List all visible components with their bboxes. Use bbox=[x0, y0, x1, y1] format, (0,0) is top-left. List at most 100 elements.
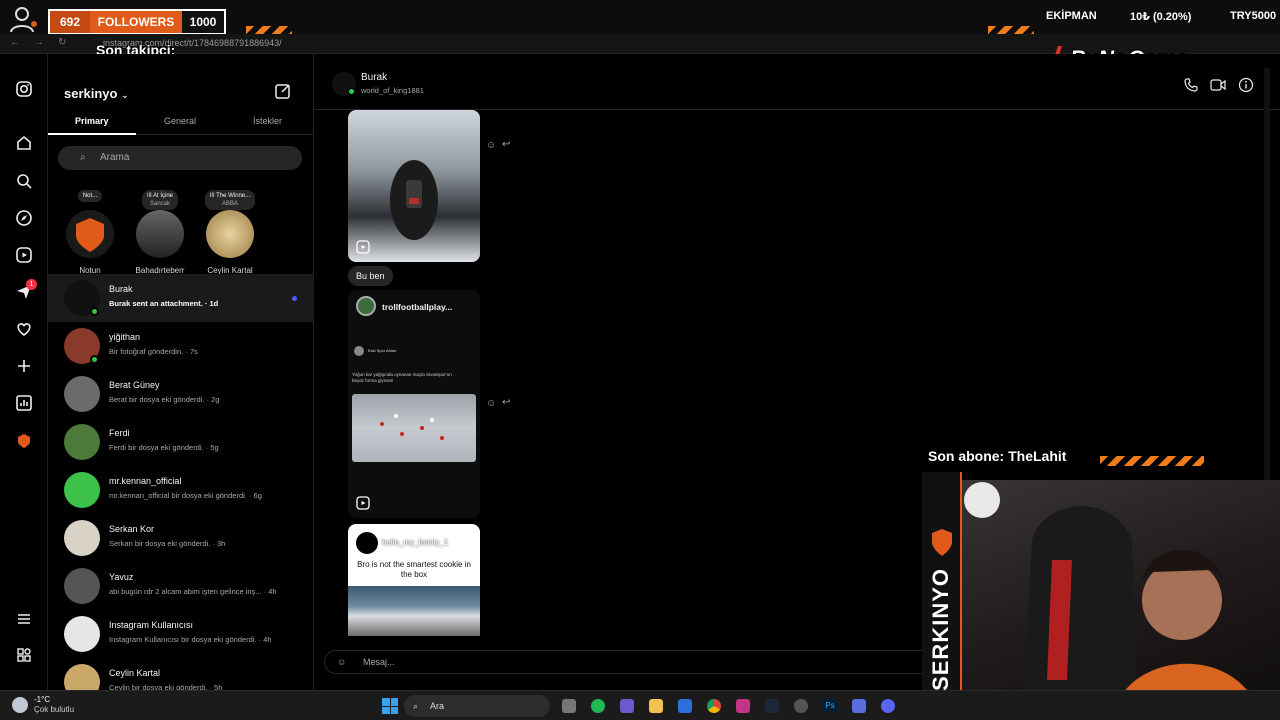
last-sub-label: Son abone: TheLahit bbox=[928, 448, 1067, 464]
conversation-name: Ferdi bbox=[109, 428, 130, 438]
reels-icon[interactable] bbox=[14, 246, 34, 266]
account-switcher[interactable]: serkinyo ⌄ bbox=[64, 86, 129, 101]
note-song: ǀǀǀ The Winne... bbox=[209, 193, 251, 199]
followers-count: 692 bbox=[50, 11, 90, 33]
tweet-author: Eski Spor Anları bbox=[368, 348, 397, 353]
back-icon[interactable]: ← bbox=[10, 37, 20, 48]
windows-start-icon[interactable] bbox=[382, 698, 398, 714]
chat-username: world_of_king1881 bbox=[361, 86, 424, 95]
forward-icon[interactable]: → bbox=[34, 37, 44, 48]
explore-icon[interactable] bbox=[14, 209, 34, 229]
user-icon bbox=[8, 4, 38, 34]
taskbar-search[interactable]: ⌕ Ara bbox=[404, 695, 550, 717]
note-bubble: ǀǀǀ The Winne... ABBA bbox=[204, 190, 256, 210]
online-indicator bbox=[348, 88, 355, 95]
search-input[interactable]: ⌕ Arama bbox=[58, 146, 302, 170]
note-item[interactable]: ǀǀǀ The Winne... ABBA Ceylin Kartal bbox=[198, 190, 262, 280]
note-artist: ABBA bbox=[221, 201, 238, 207]
conversation-row[interactable]: Ferdi Ferdi bir dosya eki gönderdi. · 5g bbox=[48, 418, 314, 466]
reload-icon[interactable]: ↻ bbox=[58, 37, 66, 48]
note-item[interactable]: Not... Notun bbox=[62, 190, 118, 280]
compose-icon[interactable] bbox=[274, 82, 292, 100]
avatar bbox=[64, 520, 100, 556]
react-icon[interactable]: ☺ bbox=[486, 398, 496, 409]
apps-icon[interactable] bbox=[14, 646, 34, 666]
reply-icon[interactable]: ↩ bbox=[502, 139, 510, 150]
conversation-row[interactable]: Yavuz abi bugün rdr 2 alcam abim işten ge… bbox=[48, 562, 314, 610]
conversation-name: yiğithan bbox=[109, 332, 141, 342]
search-icon[interactable] bbox=[14, 172, 34, 192]
message-input[interactable]: ☺ Mesaj... bbox=[324, 650, 934, 674]
avatar bbox=[136, 210, 184, 258]
react-icon[interactable]: ☺ bbox=[486, 140, 496, 151]
brand-strip: SERKINYO bbox=[922, 472, 962, 720]
reel-icon bbox=[356, 496, 370, 515]
shared-reel[interactable]: hello_my_family_1 Bro is not the smartes… bbox=[348, 524, 480, 636]
followers-goal-bar: 692 FOLLOWERS 1000 bbox=[48, 9, 226, 35]
task-view-icon[interactable] bbox=[562, 699, 576, 713]
conversation-preview: Serkan bir dosya eki gönderdi. · 3h bbox=[109, 539, 226, 548]
video-call-icon[interactable] bbox=[1210, 78, 1226, 97]
avatar bbox=[356, 532, 378, 554]
conversation-row[interactable]: Berat Güney Berat bir dosya eki gönderdi.… bbox=[48, 370, 314, 418]
home-icon[interactable] bbox=[14, 134, 34, 154]
store-icon[interactable] bbox=[678, 699, 692, 713]
conversation-row[interactable]: Serkan Kor Serkan bir dosya eki gönderdi.… bbox=[48, 514, 314, 562]
conversation-row[interactable]: mr.kennan_official mr.kennan_official bir… bbox=[48, 466, 314, 514]
tab-primary[interactable]: Primary bbox=[75, 116, 109, 126]
discord-icon[interactable] bbox=[881, 699, 895, 713]
notifications-icon[interactable] bbox=[14, 320, 34, 340]
emoji-icon[interactable]: ☺ bbox=[337, 651, 346, 673]
conversation-name: Berat Güney bbox=[109, 380, 160, 390]
online-indicator bbox=[90, 307, 99, 316]
menu-icon[interactable] bbox=[14, 610, 34, 630]
shared-post[interactable]: trollfootballplay... Eski Spor Anları Yo… bbox=[348, 290, 480, 518]
reply-icon[interactable]: ↩ bbox=[502, 397, 510, 408]
active-tab-indicator bbox=[48, 133, 136, 135]
tweet-image[interactable] bbox=[352, 394, 476, 462]
phone-icon[interactable] bbox=[1184, 78, 1198, 97]
spotify-icon[interactable] bbox=[591, 699, 605, 713]
stripe-decoration bbox=[1100, 456, 1204, 466]
taskbar-search-text: Ara bbox=[430, 701, 445, 711]
messages-icon[interactable]: 1 bbox=[14, 279, 37, 303]
conversation-preview: Bir fotoğraf gönderdin. · 7s bbox=[109, 347, 198, 356]
dashboard-icon[interactable] bbox=[14, 394, 34, 414]
conversation-row[interactable]: Instagram Kullanıcısı Instagram Kullanıcı… bbox=[48, 610, 314, 658]
tab-general[interactable]: General bbox=[164, 116, 196, 126]
chat-header bbox=[314, 54, 1280, 110]
conversation-name: Serkan Kor bbox=[109, 524, 155, 534]
settings-icon[interactable] bbox=[794, 699, 808, 713]
chat-title[interactable]: Burak bbox=[361, 72, 387, 83]
app-icon[interactable] bbox=[852, 699, 866, 713]
conversation-preview: Ferdi bir dosya eki gönderdi. · 5g bbox=[109, 443, 219, 452]
steam-icon[interactable] bbox=[765, 699, 779, 713]
instagram-nav-rail: 1 bbox=[0, 54, 48, 690]
create-icon[interactable] bbox=[14, 357, 34, 377]
chrome-icon[interactable] bbox=[707, 699, 721, 713]
photoshop-icon[interactable]: Ps bbox=[823, 699, 837, 713]
avatar bbox=[64, 376, 100, 412]
windows-taskbar: -1°C Çok bulutlu ⌕ Ara Ps bbox=[0, 690, 1280, 720]
shared-reel[interactable] bbox=[348, 110, 480, 262]
note-song: ǀǀǀ At İçine bbox=[146, 193, 174, 199]
tweet-text: Yoğun kar yağışında oynanan maçta Sivass… bbox=[352, 372, 452, 383]
avatar bbox=[64, 424, 100, 460]
info-icon[interactable] bbox=[1238, 77, 1254, 98]
profile-icon[interactable] bbox=[14, 432, 34, 452]
post-account: trollfootballplay... bbox=[382, 302, 453, 312]
conversation-name: Burak bbox=[109, 284, 133, 294]
chat-avatar[interactable] bbox=[332, 72, 356, 96]
equipment-label: EKİPMAN bbox=[1046, 10, 1097, 22]
streamer-name: SERKINYO bbox=[928, 568, 953, 691]
instagram-app-icon[interactable] bbox=[736, 699, 750, 713]
file-explorer-icon[interactable] bbox=[649, 699, 663, 713]
note-item[interactable]: ǀǀǀ At İçine Sancak Bahadırteberr bbox=[128, 190, 192, 280]
conversation-row[interactable]: Burak Burak sent an attachment. · 1d bbox=[48, 274, 314, 322]
conversation-row[interactable]: yiğithan Bir fotoğraf gönderdin. · 7s bbox=[48, 322, 314, 370]
copilot-icon[interactable] bbox=[620, 699, 634, 713]
instagram-icon[interactable] bbox=[14, 80, 34, 100]
tab-requests[interactable]: İstekler bbox=[253, 116, 282, 126]
message-placeholder: Mesaj... bbox=[363, 657, 395, 667]
conversation-name: Yavuz bbox=[109, 572, 134, 582]
